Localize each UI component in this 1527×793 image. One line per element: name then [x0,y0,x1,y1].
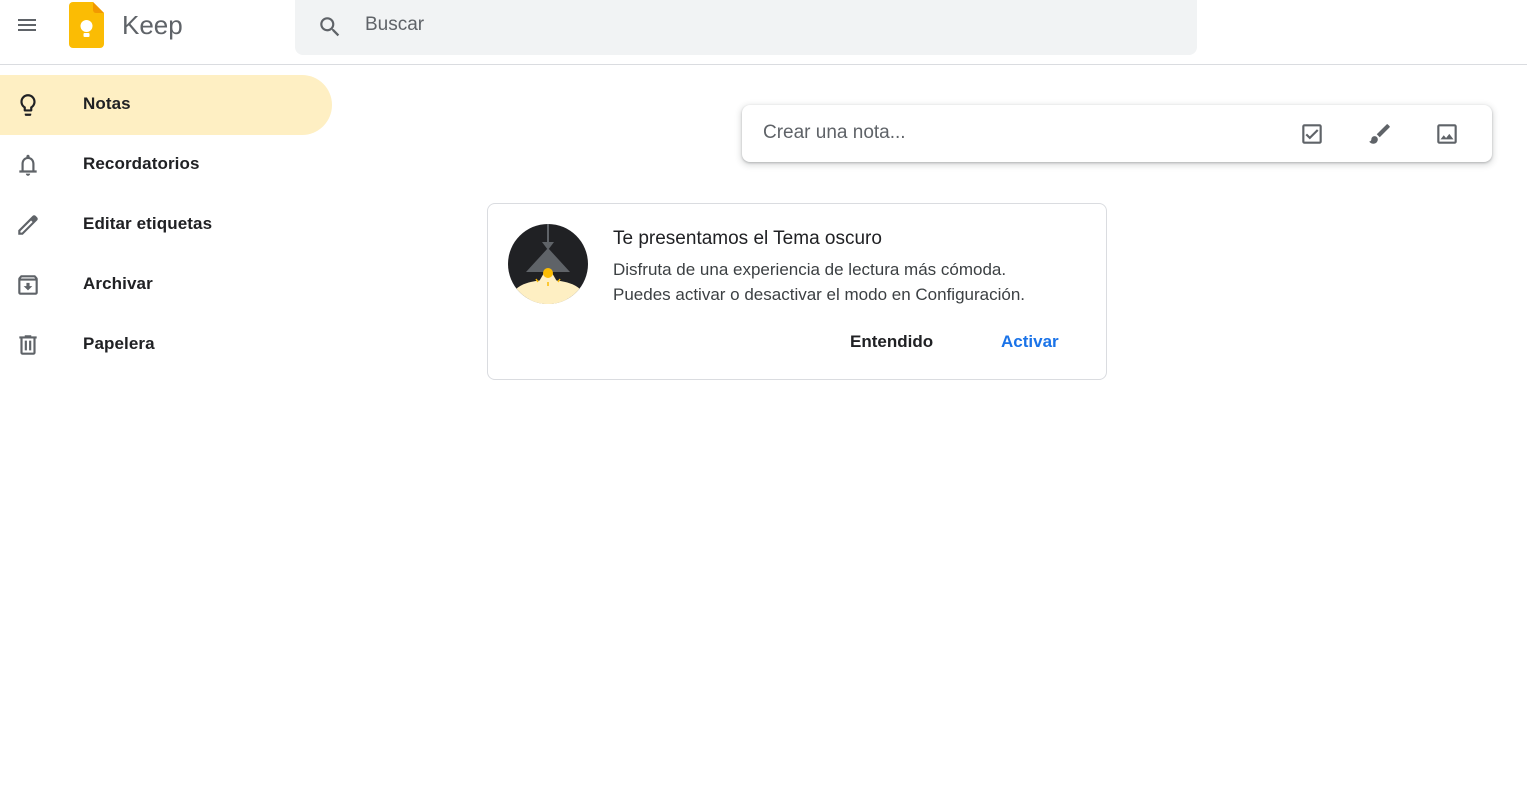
bell-icon [14,151,42,179]
new-image-note-button[interactable] [1429,116,1465,152]
sidebar-item-label: Notas [83,94,131,113]
lightbulb-icon [14,91,42,119]
sidebar-item-notas[interactable]: Notas [0,75,332,135]
dark-theme-promo-card: Te presentamos el Tema oscuro Disfruta d… [487,203,1107,380]
card-title: Te presentamos el Tema oscuro [613,228,882,249]
dismiss-button[interactable]: Entendido [850,326,933,358]
card-body-line: Disfruta de una experiencia de lectura m… [613,260,1007,279]
image-icon [1437,124,1457,144]
search-button[interactable] [313,10,347,44]
search-input[interactable] [365,10,1165,40]
sidebar: Notas Recordatorios Editar etiquetas Arc… [0,75,332,375]
sidebar-item-label: Papelera [83,334,155,353]
enable-dark-theme-button[interactable]: Activar [1001,326,1059,358]
sidebar-item-archivar[interactable]: Archivar [0,255,332,315]
checkbox-icon [1302,124,1322,144]
lamp-illustration [508,224,588,304]
sidebar-item-editar-etiquetas[interactable]: Editar etiquetas [0,195,332,255]
new-list-button[interactable] [1294,116,1330,152]
card-body: Disfruta de una experiencia de lectura m… [613,257,1025,307]
keep-bulb-logo[interactable] [69,2,104,48]
top-app-bar: Keep [0,0,1527,65]
pencil-icon [14,211,42,239]
sidebar-item-label: Archivar [83,274,153,293]
sidebar-item-label: Editar etiquetas [83,214,213,233]
brush-icon [1369,124,1390,144]
menu-icon [18,19,36,31]
card-body-line: Puedes activar o desactivar el modo en C… [613,285,1026,304]
sidebar-item-label: Recordatorios [83,154,200,173]
search-icon [320,17,340,37]
search-bar[interactable] [295,0,1197,55]
take-note-bar[interactable]: Crear una nota... [742,105,1492,162]
sidebar-item-recordatorios[interactable]: Recordatorios [0,135,332,195]
main-menu-button[interactable] [3,1,51,49]
archive-icon [14,271,42,299]
trash-icon [14,331,42,359]
app-brand-name[interactable]: Keep [122,9,183,41]
take-note-input[interactable]: Crear una nota... [763,122,906,144]
new-drawing-button[interactable] [1362,116,1398,152]
sidebar-item-papelera[interactable]: Papelera [0,315,332,375]
